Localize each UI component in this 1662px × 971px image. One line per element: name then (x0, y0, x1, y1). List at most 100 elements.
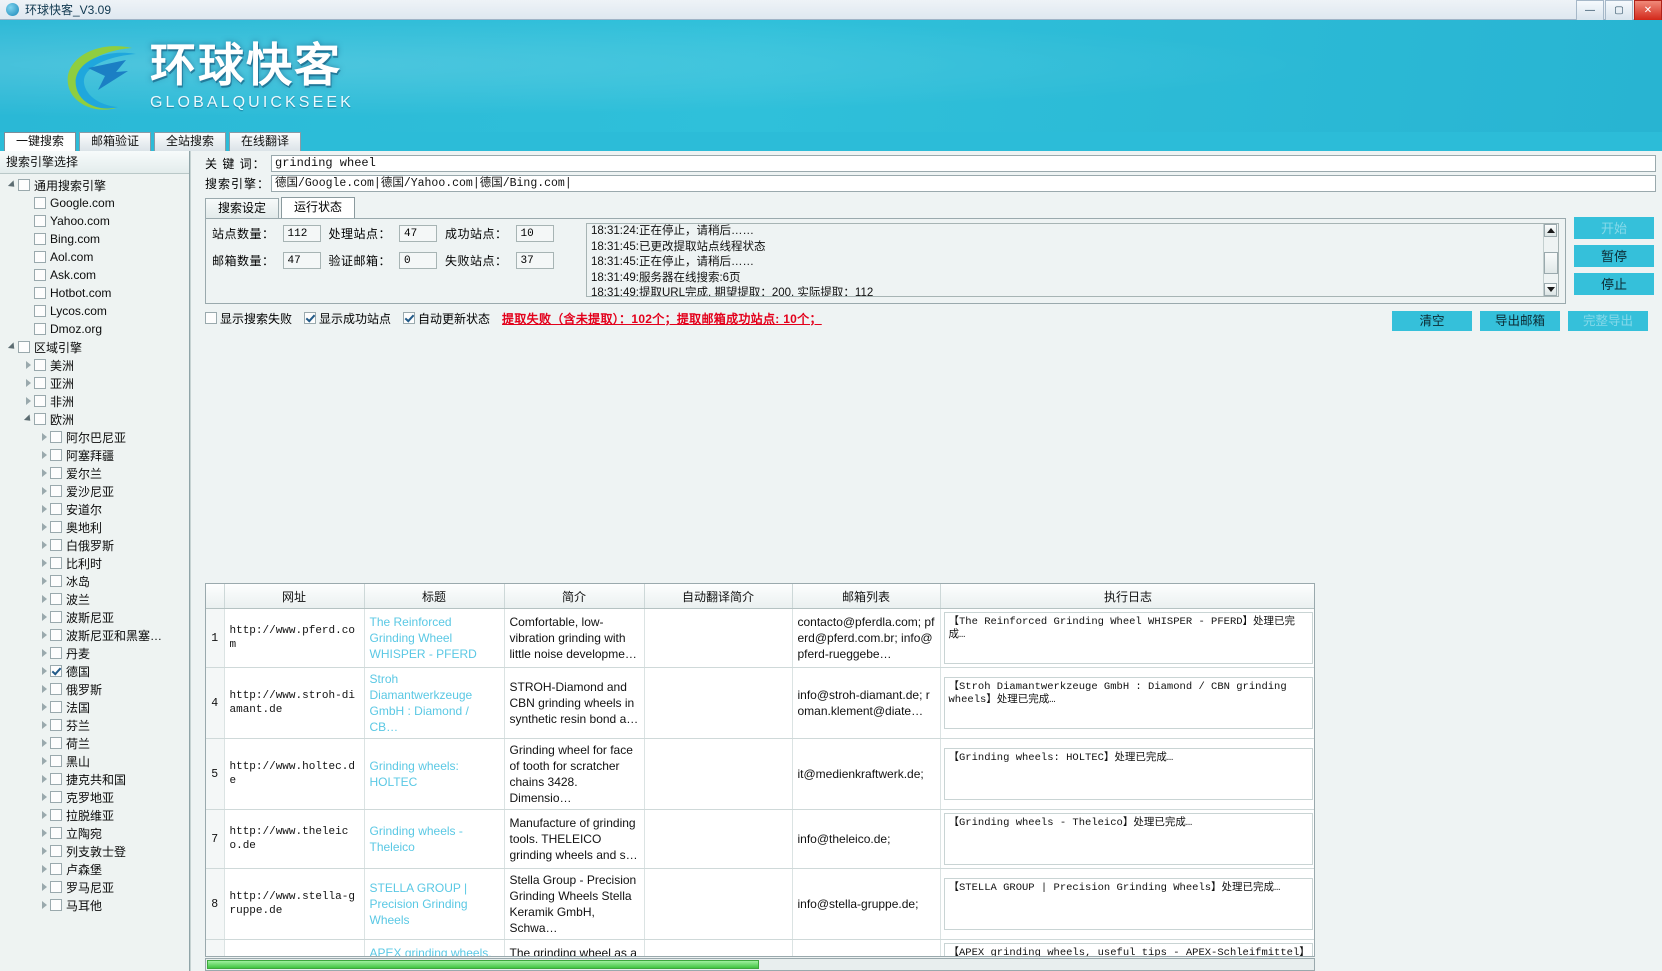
tree-item[interactable]: Yahoo.com (0, 212, 189, 230)
start-button[interactable]: 开始 (1574, 217, 1654, 239)
option-checkbox[interactable] (304, 312, 317, 324)
tree-item[interactable]: 黑山 (0, 752, 189, 770)
tree-item-checkbox[interactable] (34, 359, 46, 371)
log-output[interactable]: 18:31:24:正在停止，请稍后…… 18:31:45:已更改提取站点线程状态 1… (586, 223, 1559, 297)
tree-item-checkbox[interactable] (50, 701, 62, 713)
tab-one-click-search[interactable]: 一键搜索 (4, 132, 77, 151)
tree-item-checkbox[interactable] (34, 323, 46, 335)
row-title[interactable]: Grinding wheels - Theleico (364, 809, 505, 869)
tree-item-checkbox[interactable] (50, 593, 62, 605)
tree-item-checkbox[interactable] (18, 341, 30, 353)
header-exec-log[interactable]: 执行日志 (940, 584, 1314, 609)
row-title[interactable]: Grinding wheels: HOLTEC (364, 738, 505, 810)
tree-item-checkbox[interactable] (34, 215, 46, 227)
tree-item-checkbox[interactable] (34, 269, 46, 281)
row-title[interactable]: APEX grinding wheels, useful tips - APEX… (364, 939, 505, 956)
tree-item-checkbox[interactable] (34, 251, 46, 263)
tree-item[interactable]: 冰岛 (0, 572, 189, 590)
tree-item[interactable]: Lycos.com (0, 302, 189, 320)
tree-item[interactable]: 通用搜索引擎 (0, 176, 189, 194)
sidebar-scrollbar[interactable] (190, 151, 199, 971)
tree-item-checkbox[interactable] (50, 521, 62, 533)
tree-item-checkbox[interactable] (50, 863, 62, 875)
tree-item-checkbox[interactable] (50, 683, 62, 695)
full-export-button[interactable]: 完整导出 (1568, 311, 1648, 331)
header-desc[interactable]: 简介 (504, 584, 645, 609)
row-title[interactable]: Stroh Diamantwerkzeuge GmbH : Diamond / … (364, 667, 505, 739)
pause-button[interactable]: 暂停 (1574, 245, 1654, 267)
tree-item-checkbox[interactable] (50, 665, 62, 677)
table-row[interactable]: 5 http://www.holtec.de Grinding wheels: HO… (206, 738, 1314, 810)
twisty-collapsed-icon[interactable] (22, 395, 34, 407)
tree-item[interactable]: Ask.com (0, 266, 189, 284)
header-translated-desc[interactable]: 自动翻译简介 (644, 584, 793, 609)
tree-item[interactable]: 亚洲 (0, 374, 189, 392)
row-title[interactable]: The Reinforced Grinding Wheel WHISPER - … (364, 608, 505, 668)
tree-item[interactable]: 芬兰 (0, 716, 189, 734)
tree-item[interactable]: 捷克共和国 (0, 770, 189, 788)
twisty-collapsed-icon[interactable] (38, 881, 50, 893)
tab-email-verify[interactable]: 邮箱验证 (79, 132, 152, 151)
tree-item-checkbox[interactable] (50, 485, 62, 497)
table-row[interactable]: 19http://www.apex-schleifmittel.deAPEX g… (206, 939, 1314, 956)
twisty-collapsed-icon[interactable] (38, 845, 50, 857)
header-email-list[interactable]: 邮箱列表 (792, 584, 941, 609)
tree-item[interactable]: 卢森堡 (0, 860, 189, 878)
twisty-collapsed-icon[interactable] (38, 521, 50, 533)
close-button[interactable]: ✕ (1634, 0, 1662, 20)
tree-item-checkbox[interactable] (50, 575, 62, 587)
log-scrollbar[interactable] (1543, 224, 1558, 296)
tree-item-checkbox[interactable] (50, 539, 62, 551)
tree-item[interactable]: 爱尔兰 (0, 464, 189, 482)
tree-item-checkbox[interactable] (50, 881, 62, 893)
twisty-collapsed-icon[interactable] (38, 593, 50, 605)
header-url[interactable]: 网址 (224, 584, 365, 609)
twisty-expanded-icon[interactable] (6, 341, 18, 353)
log-scroll-thumb[interactable] (1544, 252, 1558, 274)
tree-item-checkbox[interactable] (50, 629, 62, 641)
twisty-collapsed-icon[interactable] (38, 665, 50, 677)
tree-item-checkbox[interactable] (50, 899, 62, 911)
tree-item-checkbox[interactable] (50, 791, 62, 803)
table-scroll-thumb[interactable] (207, 960, 759, 969)
tree-item[interactable]: Bing.com (0, 230, 189, 248)
twisty-collapsed-icon[interactable] (38, 719, 50, 731)
table-row[interactable]: 8 http://www.stella-gruppe.de STELLA GROUP… (206, 868, 1314, 940)
twisty-collapsed-icon[interactable] (38, 791, 50, 803)
option-checkbox[interactable] (205, 312, 217, 324)
twisty-collapsed-icon[interactable] (38, 485, 50, 497)
tab-site-search[interactable]: 全站搜索 (154, 132, 227, 151)
twisty-collapsed-icon[interactable] (38, 557, 50, 569)
tree-item[interactable]: 波兰 (0, 590, 189, 608)
table-row[interactable]: 1 http://www.pferd.com The Reinforced Grin… (206, 608, 1314, 668)
tree-item-checkbox[interactable] (50, 809, 62, 821)
tree-item-checkbox[interactable] (50, 431, 62, 443)
tree-item[interactable]: Google.com (0, 194, 189, 212)
tree-item[interactable]: 白俄罗斯 (0, 536, 189, 554)
option-checkbox-wrapper[interactable]: 显示成功站点 (304, 310, 391, 327)
tree-item-checkbox[interactable] (34, 197, 46, 209)
tree-item-checkbox[interactable] (34, 377, 46, 389)
tree-item-checkbox[interactable] (34, 395, 46, 407)
twisty-collapsed-icon[interactable] (22, 377, 34, 389)
tree-item[interactable]: 非洲 (0, 392, 189, 410)
tab-run-status[interactable]: 运行状态 (281, 197, 356, 218)
tree-item[interactable]: 比利时 (0, 554, 189, 572)
tree-item-checkbox[interactable] (50, 467, 62, 479)
table-row[interactable]: 4 http://www.stroh-diamant.de Stroh Diaman… (206, 667, 1314, 739)
tree-item[interactable]: 荷兰 (0, 734, 189, 752)
tree-item[interactable]: 阿塞拜疆 (0, 446, 189, 464)
twisty-collapsed-icon[interactable] (38, 539, 50, 551)
header-title[interactable]: 标题 (364, 584, 505, 609)
tree-item-checkbox[interactable] (50, 827, 62, 839)
twisty-collapsed-icon[interactable] (22, 359, 34, 371)
tree-item[interactable]: Aol.com (0, 248, 189, 266)
twisty-collapsed-icon[interactable] (38, 683, 50, 695)
tree-item[interactable]: 拉脱维亚 (0, 806, 189, 824)
twisty-collapsed-icon[interactable] (38, 899, 50, 911)
stop-button[interactable]: 停止 (1574, 273, 1654, 295)
tree-item[interactable]: 安道尔 (0, 500, 189, 518)
tree-item-checkbox[interactable] (50, 773, 62, 785)
tree-item-checkbox[interactable] (50, 503, 62, 515)
maximize-button[interactable]: ▢ (1605, 0, 1633, 20)
